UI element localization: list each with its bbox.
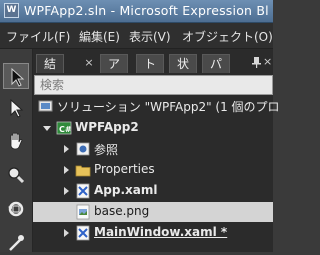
tab-close-icon[interactable]: ×: [82, 55, 96, 71]
collapse-arrow-icon[interactable]: [62, 229, 70, 237]
eyedropper-tool[interactable]: [3, 229, 29, 255]
tab-results[interactable]: 結: [36, 54, 64, 73]
menu-object[interactable]: オブジェクト(O): [182, 28, 273, 45]
xaml-file-icon: [76, 183, 90, 199]
menu-bar: ファイル(F) 編集(E) 表示(V) オブジェクト(O): [0, 23, 273, 49]
tab-triggers[interactable]: ト: [136, 54, 164, 73]
csharp-project-icon: C#: [56, 121, 72, 135]
xaml-file-icon: [76, 225, 90, 241]
tree-item-label: MainWindow.xaml *: [94, 225, 228, 239]
collapse-arrow-icon[interactable]: [62, 145, 70, 153]
camera-orbit-tool[interactable]: [3, 196, 29, 222]
direct-selection-tool[interactable]: [3, 95, 29, 121]
tree-item-app-xaml[interactable]: App.xaml: [33, 181, 273, 201]
project-panel: 結 × ア ト 状 パ × 検索 ソリューション "WPFApp2" (1 個の…: [33, 49, 280, 252]
menu-edit[interactable]: 編集(E): [79, 28, 120, 45]
tab-states[interactable]: 状: [169, 54, 197, 73]
pan-tool[interactable]: [3, 128, 29, 154]
window-title: WPFApp2.sln - Microsoft Expression Bl: [24, 3, 269, 18]
selection-tool[interactable]: [3, 63, 29, 89]
tree-item-base-png[interactable]: base.png: [33, 202, 273, 222]
tab-parts[interactable]: パ: [202, 54, 230, 73]
title-bar: W WPFApp2.sln - Microsoft Expression Bl: [0, 0, 273, 23]
eyedropper-icon: [9, 235, 24, 251]
zoom-tool[interactable]: [3, 162, 29, 188]
pin-icon[interactable]: [252, 57, 261, 68]
references-icon: [76, 142, 90, 156]
tree-item-label: 参照: [94, 143, 119, 157]
solution-icon: [38, 100, 53, 112]
tree-item-label: base.png: [94, 204, 150, 218]
collapse-arrow-icon[interactable]: [62, 166, 70, 174]
arrow-pointer-icon: [11, 67, 25, 87]
hand-icon: [10, 132, 23, 150]
tree-item-label: ソリューション "WPFApp2" (1 個のプロ: [57, 100, 280, 114]
orbit-icon: [8, 201, 24, 217]
search-input[interactable]: 検索: [34, 75, 273, 95]
folder-icon: [75, 165, 91, 177]
tree-item-label: Properties: [94, 162, 155, 176]
tree-item-solution[interactable]: ソリューション "WPFApp2" (1 個のプロ: [33, 96, 280, 116]
menu-view[interactable]: 表示(V): [129, 28, 171, 45]
panel-tabs: 結 × ア ト 状 パ ×: [33, 53, 273, 73]
white-arrow-icon: [10, 98, 24, 118]
tree-item-properties[interactable]: Properties: [33, 160, 273, 180]
magnifier-icon: [8, 167, 25, 184]
image-file-icon: [76, 204, 90, 220]
tree-item-label: App.xaml: [94, 183, 158, 197]
app-icon: W: [4, 3, 19, 18]
tree-item-project[interactable]: C# WPFApp2: [33, 118, 273, 138]
collapse-arrow-icon[interactable]: [62, 187, 70, 195]
tree-item-references[interactable]: 参照: [33, 139, 273, 159]
expand-arrow-icon[interactable]: [43, 124, 51, 132]
tools-panel: [0, 49, 33, 252]
tree-item-label: WPFApp2: [75, 120, 139, 134]
tree-item-mainwindow-xaml[interactable]: MainWindow.xaml *: [33, 223, 273, 243]
panel-close-icon[interactable]: ×: [263, 55, 272, 68]
tab-assets[interactable]: ア: [100, 54, 128, 73]
menu-file[interactable]: ファイル(F): [6, 28, 70, 45]
svg-text:C#: C#: [59, 125, 72, 134]
